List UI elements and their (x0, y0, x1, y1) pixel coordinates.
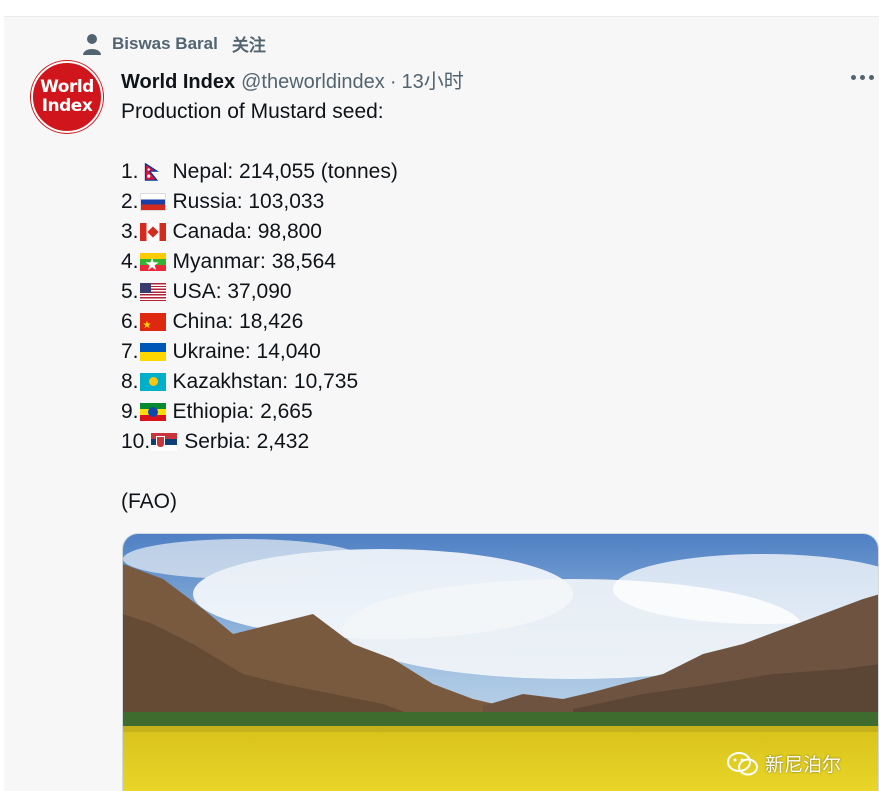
list-item: 8. Kazakhstan: 10,735 (121, 367, 398, 397)
ranking-text: Ukraine: 14,040 (172, 340, 321, 363)
avatar-text-line1: World (40, 77, 94, 97)
kazakhstan-flag-icon (139, 373, 166, 391)
rank-number: 2. (121, 190, 139, 213)
ranking-text: Ethiopia: 2,665 (172, 400, 313, 423)
wechat-icon (727, 751, 758, 775)
myanmar-flag-icon (139, 253, 166, 271)
tweet-intro: Production of Mustard seed: (121, 100, 384, 123)
avatar[interactable]: World Index (31, 61, 103, 133)
list-item: 10. Serbia: 2,432 (121, 427, 398, 457)
ranking-text: Kazakhstan: 10,735 (172, 370, 359, 393)
rank-number: 8. (121, 370, 139, 393)
follow-label[interactable]: 关注 (232, 31, 266, 56)
rank-number: 10. (121, 430, 151, 453)
list-item: 3. Canada: 98,800 (121, 217, 398, 247)
serbia-flag-icon (151, 433, 178, 451)
list-item: 7. Ukraine: 14,040 (121, 337, 398, 367)
tweet-text: Production of Mustard seed: 1. Nepal: 21… (121, 97, 398, 517)
ethiopia-flag-icon (139, 403, 166, 421)
ranking-text: Nepal: 214,055 (tonnes) (172, 160, 398, 183)
ranking-text: USA: 37,090 (172, 280, 292, 303)
watermark-text: 新尼泊尔 (765, 754, 842, 776)
russia-flag-icon (139, 193, 166, 211)
rank-number: 1. (121, 160, 139, 183)
world-index-logo: World Index (31, 61, 103, 133)
ranking-text: Russia: 103,033 (172, 190, 325, 213)
list-item: 5. USA: 37,090 (121, 277, 398, 307)
list-item: 9. Ethiopia: 2,665 (121, 397, 398, 427)
tweet-time[interactable]: 13小时 (401, 65, 463, 94)
canada-flag-icon (139, 223, 166, 241)
rank-number: 9. (121, 400, 139, 423)
list-item: 2. Russia: 103,033 (121, 187, 398, 217)
china-flag-icon (139, 313, 166, 331)
person-icon (83, 33, 101, 55)
author-handle[interactable]: @theworldindex (241, 71, 385, 94)
ranking-list: 1. Nepal: 214,055 (tonnes) 2. Russia: 10… (121, 157, 398, 457)
usa-flag-icon (139, 283, 166, 301)
rank-number: 3. (121, 220, 139, 243)
list-item: 6. China: 18,426 (121, 307, 398, 337)
separator-dot: · (389, 71, 397, 93)
rank-number: 4. (121, 250, 139, 273)
avatar-text-line2: Index (41, 96, 93, 116)
rank-number: 5. (121, 280, 139, 303)
ranking-text: Myanmar: 38,564 (172, 250, 336, 273)
rank-number: 7. (121, 340, 139, 363)
tweet-header: World Index @theworldindex · 13小时 (121, 65, 464, 94)
author-name[interactable]: World Index (121, 71, 235, 94)
rank-number: 6. (121, 310, 139, 333)
nepal-flag-icon (144, 163, 159, 181)
more-options-icon[interactable] (851, 75, 874, 80)
ranking-text: China: 18,426 (172, 310, 304, 333)
retweet-context: Biswas Baral 关注 (82, 31, 266, 56)
watermark: 新尼泊尔 (727, 750, 841, 777)
ranking-text: Canada: 98,800 (172, 220, 322, 243)
ranking-text: Serbia: 2,432 (184, 430, 310, 453)
retweeter-name[interactable]: Biswas Baral (112, 34, 218, 54)
tweet-card[interactable]: Biswas Baral 关注 World Index World Index … (4, 16, 879, 791)
ukraine-flag-icon (139, 343, 166, 361)
source-note: (FAO) (121, 490, 177, 513)
list-item: 4. Myanmar: 38,564 (121, 247, 398, 277)
list-item: 1. Nepal: 214,055 (tonnes) (121, 157, 398, 187)
